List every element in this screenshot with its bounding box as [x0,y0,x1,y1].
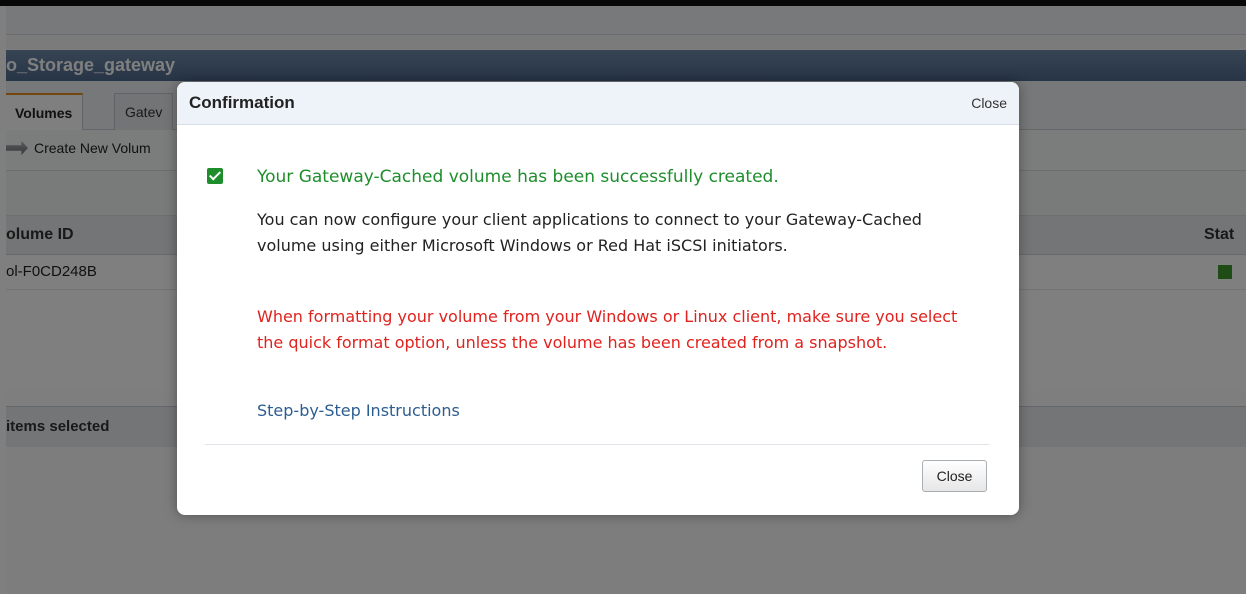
dialog-title: Confirmation [189,93,295,112]
info-message: You can now configure your client applic… [257,210,922,255]
instructions-link[interactable]: Step-by-Step Instructions [257,401,460,420]
success-message: Your Gateway-Cached volume has been succ… [257,167,779,187]
header-close-link[interactable]: Close [971,95,1007,111]
dialog-divider [205,444,989,445]
check-icon [207,168,223,184]
warning-message: When formatting your volume from your Wi… [257,307,958,352]
confirmation-dialog: Confirmation Close Your Gateway-Cached v… [177,82,1019,515]
dialog-header: Confirmation Close [177,82,1019,125]
close-button[interactable]: Close [922,460,987,492]
